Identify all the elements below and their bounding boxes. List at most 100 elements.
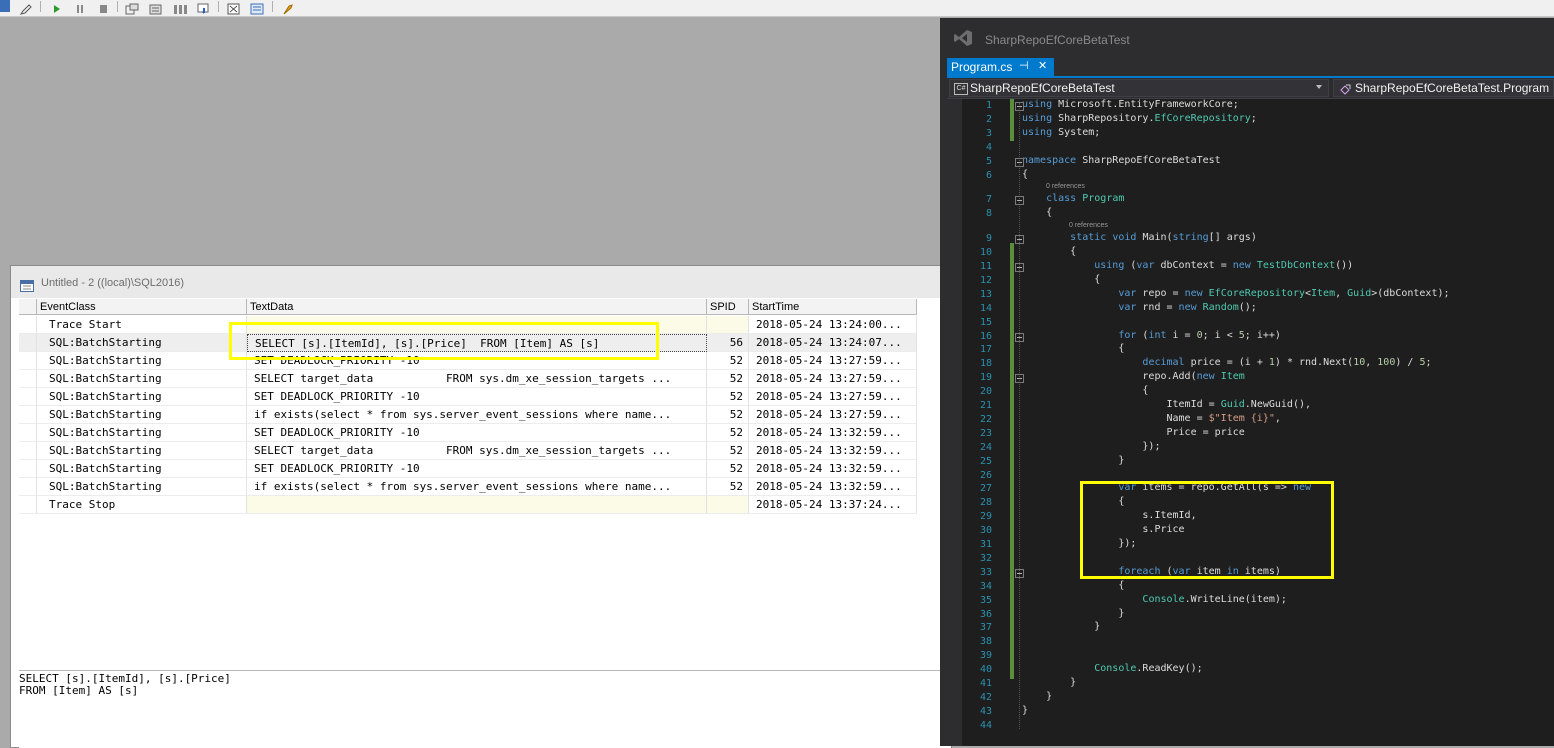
profiler-toolbar [0,0,1554,17]
code-line: Name = $"Item {i}", [1022,412,1281,424]
code-line: Console.WriteLine(item); [1142,593,1287,605]
line-number: 11 [979,261,992,272]
new-trace-icon[interactable] [0,0,10,12]
tuning-icon[interactable] [281,0,295,15]
cell-starttime: 2018-05-24 13:37:24... [749,496,917,514]
line-number: 12 [979,274,992,286]
run-icon[interactable] [52,0,62,13]
collapse-toggle-icon[interactable] [1015,374,1024,384]
line-number: 25 [979,455,992,467]
line-number: 19 [979,372,992,384]
cell-starttime: 2018-05-24 13:24:00... [749,316,917,334]
column-header-textdata[interactable]: TextData [247,299,707,315]
row-selector [19,460,37,478]
project-dropdown[interactable]: C# SharpRepoEfCoreBetaTest [949,79,1329,97]
cell-eventclass: SQL:BatchStarting [37,442,247,460]
cell-starttime: 2018-05-24 13:32:59... [749,442,917,460]
code-line: } [1022,677,1077,688]
line-number: 38 [979,636,992,648]
row-selector [19,370,37,388]
close-icon[interactable]: ✕ [1038,59,1047,72]
table-row[interactable]: SQL:BatchStarting SELECT target_data FRO… [19,370,917,388]
collapse-toggle-icon[interactable] [1015,102,1024,111]
column-header-spid[interactable]: SPID [707,299,749,315]
table-row[interactable]: SQL:BatchStarting SET DEADLOCK_PRIORITY … [19,424,917,442]
code-line: var rnd = new Random(); [1118,301,1257,313]
line-number: 2 [985,113,992,125]
column-header-starttime[interactable]: StartTime [749,299,917,315]
line-number: 15 [979,316,992,328]
code-line: } [1022,621,1101,633]
trace-window-icon [20,277,34,292]
edit-icon[interactable] [19,0,32,15]
line-number: 27 [979,483,992,495]
cell-starttime: 2018-05-24 13:27:59... [749,352,917,370]
codelens-references[interactable]: 0 references [1069,222,1108,229]
line-number: 9 [985,233,992,245]
properties-icon[interactable] [124,0,140,15]
collapse-toggle-icon[interactable] [1015,332,1024,342]
line-number: 16 [979,330,992,342]
line-number: 18 [979,358,992,370]
stop-icon[interactable] [98,0,108,13]
code-line: } [1022,607,1125,619]
csharp-file-icon: C# [954,83,968,95]
line-number: 40 [979,664,992,676]
vs-titlebar[interactable]: SharpRepoEfCoreBetaTest [940,18,1554,56]
pin-icon[interactable]: ⊣ [1019,59,1029,72]
cell-eventclass: SQL:BatchStarting [37,352,247,370]
codelens-references[interactable]: 0 references [1046,183,1085,190]
change-indicator-bar [1010,99,1014,141]
row-selector [19,316,37,334]
collapse-toggle-icon[interactable] [1015,263,1024,272]
code-line: namespace SharpRepoEfCoreBetaTest [1022,154,1221,166]
trace-events-grid[interactable]: EventClass TextData SPID StartTime Trace… [19,299,917,667]
import-icon[interactable] [249,0,265,15]
cell-eventclass: SQL:BatchStarting [37,478,247,496]
table-row[interactable]: SQL:BatchStarting if exists(select * fro… [19,406,917,424]
columns-icon[interactable] [172,0,188,14]
cell-textdata: if exists(select * from sys.server_event… [247,478,707,496]
cell-spid: 52 [707,370,749,388]
cell-textdata: SELECT target_data FROM sys.dm_xe_sessio… [247,370,707,388]
table-row[interactable]: SQL:BatchStarting if exists(select * fro… [19,478,917,496]
line-number: 13 [979,288,992,300]
class-dropdown[interactable]: SharpRepoEfCoreBetaTest.Program [1333,79,1554,97]
line-number: 5 [985,155,992,167]
code-line: { [1022,343,1125,355]
line-number: 36 [979,608,992,620]
find-icon[interactable] [226,0,242,15]
collapse-toggle-icon[interactable] [1015,196,1024,206]
code-editor[interactable]: 1 2 3 4 5 6 7 8 9 10 11 12 13 14 15 16 17 18 19 20 21 22 23 24 2… [962,99,1554,746]
class-dropdown-label: SharpRepoEfCoreBetaTest.Program [1355,81,1550,95]
clear-icon[interactable] [148,0,164,15]
table-row[interactable]: SQL:BatchStarting SET DEADLOCK_PRIORITY … [19,388,917,406]
trace-window-titlebar[interactable]: Untitled - 2 ((local)\SQL2016) [11,266,951,298]
collapse-toggle-icon[interactable] [1015,235,1024,245]
textdata-detail-pane[interactable]: SELECT [s].[ItemId], [s].[Price] FROM [I… [19,670,951,748]
tab-program-cs[interactable]: Program.cs ⊣ ✕ [947,58,1054,76]
code-line: { [1022,207,1053,219]
table-row[interactable]: Trace Stop 2018-05-24 13:37:24... [19,496,917,514]
column-header-eventclass[interactable]: EventClass [37,299,247,315]
code-line: } [1022,704,1029,716]
code-line: using (var dbContext = new TestDbContext… [1094,260,1354,271]
cell-eventclass: SQL:BatchStarting [37,406,247,424]
highlight-box-sql [229,322,659,360]
table-row[interactable]: SQL:BatchStarting SELECT target_data FRO… [19,442,917,460]
row-selector [19,478,37,496]
row-selector [19,334,37,352]
code-line: repo.Add(new Item [1022,371,1245,383]
collapse-toggle-icon[interactable] [1015,568,1024,578]
collapse-toggle-icon[interactable] [1015,157,1024,167]
line-number: 21 [979,400,992,411]
line-number: 1 [985,100,992,111]
line-number: 24 [979,441,992,453]
vs-navigation-bar: C# SharpRepoEfCoreBetaTest SharpRepoEfCo… [947,78,1554,99]
cell-textdata: SET DEADLOCK_PRIORITY -10 [247,388,707,406]
filter-icon[interactable] [196,0,212,14]
cell-eventclass: Trace Stop [37,496,247,514]
table-row[interactable]: SQL:BatchStarting SET DEADLOCK_PRIORITY … [19,460,917,478]
pause-icon[interactable] [75,0,85,13]
line-number: 28 [979,497,992,509]
